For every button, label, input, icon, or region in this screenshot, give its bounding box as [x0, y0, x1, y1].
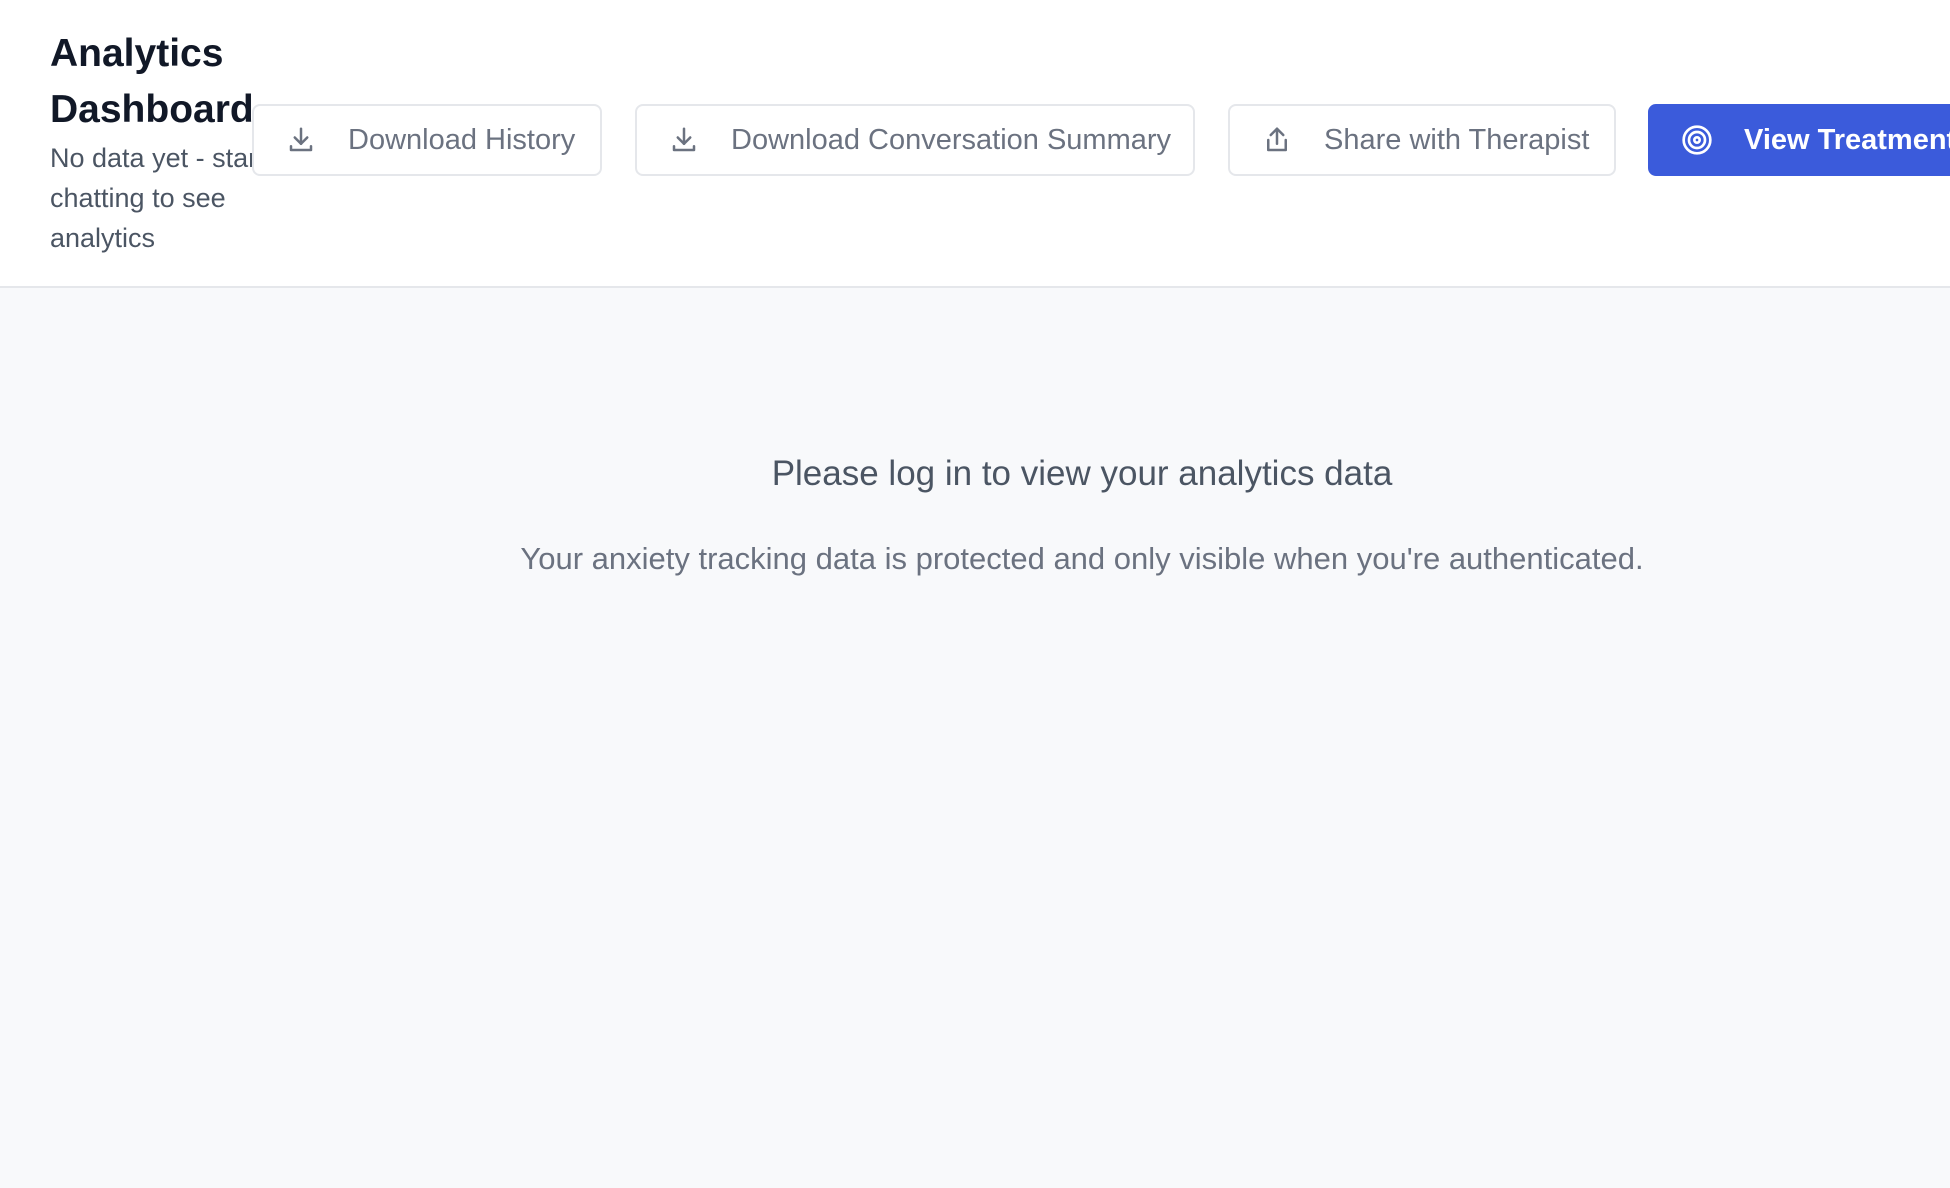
- download-history-label: Download History: [348, 123, 576, 156]
- page-header: Analytics Dashboard No data yet - start …: [0, 0, 1950, 288]
- download-summary-label: Download Conversation Summary: [731, 123, 1172, 156]
- page-subtitle: No data yet - start chatting to see anal…: [50, 143, 265, 253]
- login-required-title: Please log in to view your analytics dat…: [771, 454, 1393, 493]
- download-icon: [667, 123, 701, 157]
- download-summary-button[interactable]: Download Conversation Summary: [635, 104, 1195, 176]
- title-block: Analytics Dashboard No data yet - start …: [50, 26, 265, 258]
- download-icon: [284, 123, 318, 157]
- share-icon: [1260, 123, 1294, 157]
- page-title: Analytics Dashboard: [50, 32, 254, 131]
- share-with-therapist-button[interactable]: Share with Therapist: [1228, 104, 1616, 176]
- view-treatment-button[interactable]: View Treatment: [1648, 104, 1950, 176]
- view-treatment-label: View Treatment: [1744, 123, 1950, 156]
- download-history-button[interactable]: Download History: [252, 104, 602, 176]
- login-required-message: Your anxiety tracking data is protected …: [520, 541, 1644, 576]
- main-content: Please log in to view your analytics dat…: [0, 288, 1950, 1188]
- target-icon: [1680, 123, 1714, 157]
- share-with-therapist-label: Share with Therapist: [1324, 123, 1590, 156]
